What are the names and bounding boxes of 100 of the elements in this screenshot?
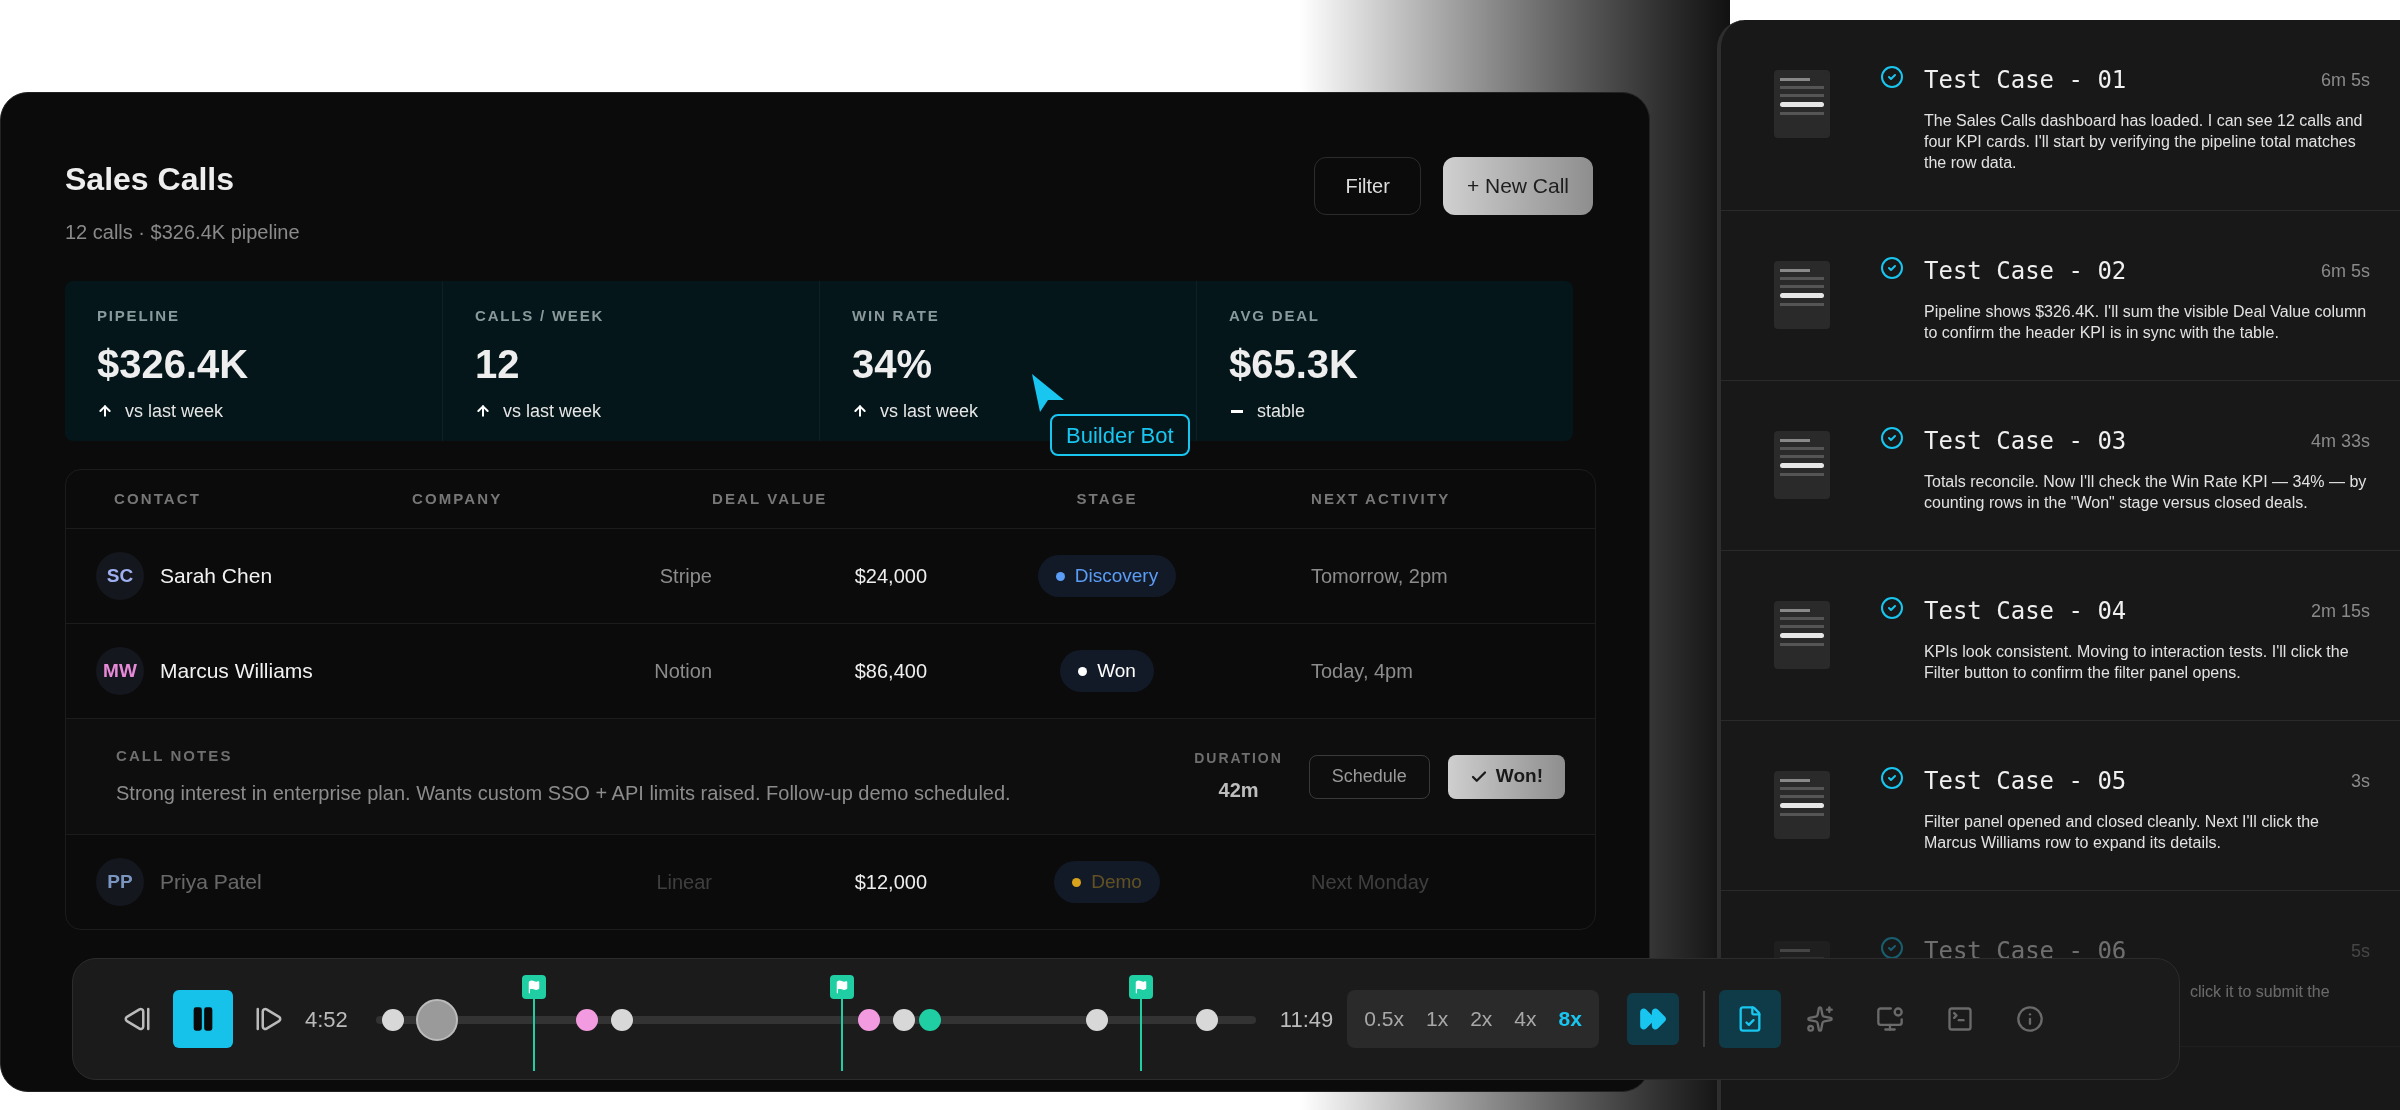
kpi-value: $326.4K bbox=[97, 340, 250, 388]
kpi-value: $65.3K bbox=[1229, 340, 1359, 388]
avatar: PP bbox=[96, 858, 144, 906]
screenshot-thumbnail bbox=[1774, 771, 1830, 839]
deal-value: $86,400 bbox=[854, 659, 927, 684]
stage-pill: Won bbox=[1060, 650, 1154, 692]
current-time: 4:52 bbox=[305, 1005, 348, 1034]
test-case-title: Test Case - 04 bbox=[1924, 596, 2127, 627]
kpi-label: AVG DEAL bbox=[1229, 306, 1321, 326]
call-notes: Strong interest in enterprise plan. Wants custom SSO + API limits raised. Follow-up demo scheduled. bbox=[116, 780, 1011, 806]
test-case-description: Pipeline shows $326.4K. I'll sum the visible Deal Value column to confirm the header KPI is in sync with the table. bbox=[1924, 302, 2368, 343]
speed-option[interactable]: 4x bbox=[1503, 997, 1548, 1041]
test-case-description: KPIs look consistent. Moving to interaction tests. I'll click the Filter button to confirm the filter panel opens. bbox=[1924, 642, 2350, 683]
new-call-button[interactable]: + New Call bbox=[1442, 157, 1593, 215]
timeline-marker[interactable] bbox=[1086, 1009, 1109, 1031]
kpi-value: 12 bbox=[475, 340, 521, 388]
column-header: DEAL VALUE bbox=[712, 490, 828, 507]
column-header: COMPANY bbox=[412, 490, 503, 507]
page-title: Sales Calls bbox=[65, 160, 235, 199]
kpi-label: WIN RATE bbox=[852, 306, 941, 326]
duration-label: DURATION bbox=[1194, 749, 1283, 768]
test-case-duration: 4m 33s bbox=[2310, 429, 2370, 453]
deal-value: $24,000 bbox=[854, 564, 927, 589]
notes-label: CALL NOTES bbox=[116, 746, 234, 767]
total-time: 11:49 bbox=[1279, 1005, 1334, 1034]
arrow-up-icon bbox=[97, 403, 113, 419]
column-header: CONTACT bbox=[114, 490, 201, 507]
next-activity: Tomorrow, 2pm bbox=[1311, 565, 1448, 587]
terminal-icon bbox=[1945, 1005, 1974, 1033]
page-subtitle: 12 calls · $326.4K pipeline bbox=[65, 220, 300, 245]
flag-marker[interactable] bbox=[1129, 975, 1154, 1071]
screenshot-thumbnail bbox=[1774, 70, 1830, 138]
kpi-trend: stable bbox=[1257, 399, 1306, 423]
timeline-thumb[interactable] bbox=[416, 999, 459, 1041]
stage-pill: Discovery bbox=[1037, 555, 1177, 597]
company-name: Stripe bbox=[659, 564, 712, 589]
info-icon bbox=[2015, 1005, 2044, 1033]
next-activity: Today, 4pm bbox=[1311, 660, 1413, 682]
test-case-title: Test Case - 02 bbox=[1924, 256, 2127, 287]
timeline-marker[interactable] bbox=[919, 1009, 942, 1031]
timeline-marker[interactable] bbox=[892, 1009, 915, 1031]
avatar: SC bbox=[96, 552, 144, 600]
deal-value: $12,000 bbox=[854, 870, 927, 895]
kpi-trend: vs last week bbox=[503, 399, 602, 423]
flag-marker[interactable] bbox=[522, 975, 547, 1071]
kpi-trend: vs last week bbox=[880, 399, 979, 423]
sparkles-icon bbox=[1805, 1005, 1834, 1033]
timeline-marker[interactable] bbox=[857, 1009, 880, 1031]
flag-marker[interactable] bbox=[830, 975, 855, 1071]
kpi-label: CALLS / WEEK bbox=[475, 306, 606, 326]
screenshot-thumbnail bbox=[1774, 601, 1830, 669]
test-case-description: Filter panel opened and closed cleanly. Next I'll click the Marcus Williams row to expand its details. bbox=[1924, 812, 2320, 853]
cursor-pointer-icon bbox=[1030, 372, 1066, 414]
fast-forward-button[interactable] bbox=[1626, 993, 1679, 1045]
speed-option[interactable]: 1x bbox=[1414, 997, 1460, 1041]
test-case-duration: 2m 15s bbox=[2310, 599, 2370, 623]
test-case-duration: 3s bbox=[2351, 769, 2370, 793]
test-case-description: click it to submit the bbox=[2190, 982, 2331, 1002]
avatar: MW bbox=[96, 647, 144, 695]
timeline-marker[interactable] bbox=[611, 1009, 634, 1031]
test-case-title: Test Case - 03 bbox=[1924, 426, 2127, 457]
checklist-button[interactable] bbox=[1718, 990, 1781, 1048]
cursor-label: Builder Bot bbox=[1050, 414, 1190, 456]
filter-button[interactable]: Filter bbox=[1314, 157, 1421, 215]
test-case-duration: 6m 5s bbox=[2320, 259, 2370, 283]
company-name: Notion bbox=[654, 659, 712, 684]
timeline-marker[interactable] bbox=[576, 1009, 598, 1031]
column-header: NEXT ACTIVITY bbox=[1311, 490, 1451, 507]
kpi-label: PIPELINE bbox=[97, 306, 181, 326]
kpi-trend: vs last week bbox=[125, 399, 224, 423]
screenshot-thumbnail bbox=[1774, 261, 1830, 329]
test-case-description: Totals reconcile. Now I'll check the Win Rate KPI — 34% — by counting rows in the "Won" stage versus closed deals. bbox=[1924, 472, 2368, 513]
column-header: STAGE bbox=[1076, 488, 1138, 509]
test-case-title: Test Case - 01 bbox=[1924, 65, 2127, 96]
flag-icon bbox=[1134, 980, 1149, 994]
contact-name: Sarah Chen bbox=[160, 563, 273, 590]
pause-button[interactable] bbox=[173, 990, 233, 1048]
kpi-value: 34% bbox=[852, 340, 934, 388]
speed-option[interactable]: 8x bbox=[1547, 997, 1593, 1041]
flag-icon bbox=[527, 980, 542, 994]
schedule-button[interactable]: Schedule bbox=[1308, 754, 1430, 799]
contact-name: Priya Patel bbox=[160, 869, 262, 896]
table-row[interactable]: MW Marcus Williams Notion $86,400 Won Today, 4pm bbox=[66, 624, 1595, 718]
speed-option[interactable]: 0.5x bbox=[1353, 997, 1415, 1041]
test-case-description: The Sales Calls dashboard has loaded. I can see 12 calls and four KPI cards. I'll start by verifying the pipeline total matches the row data. bbox=[1924, 111, 2364, 173]
screenshot-thumbnail bbox=[1774, 431, 1830, 499]
won-button[interactable]: Won! bbox=[1447, 754, 1565, 799]
duration-value: 42m bbox=[1218, 778, 1259, 803]
timeline-marker[interactable] bbox=[382, 1009, 405, 1031]
test-case-title: Test Case - 05 bbox=[1924, 766, 2127, 797]
dash-icon bbox=[1231, 409, 1243, 413]
timeline-marker[interactable] bbox=[1196, 1009, 1219, 1031]
table-row[interactable]: SC Sarah Chen Stripe $24,000 Discovery Tomorrow, 2pm bbox=[66, 529, 1595, 623]
monitor-icon bbox=[1875, 1005, 1904, 1033]
fast-forward-icon bbox=[1638, 1005, 1667, 1033]
speed-option[interactable]: 2x bbox=[1459, 997, 1504, 1041]
stage-pill: Demo bbox=[1054, 861, 1160, 903]
flag-icon bbox=[835, 980, 850, 994]
arrow-up-icon bbox=[852, 403, 868, 419]
test-case-duration: 6m 5s bbox=[2320, 68, 2370, 92]
